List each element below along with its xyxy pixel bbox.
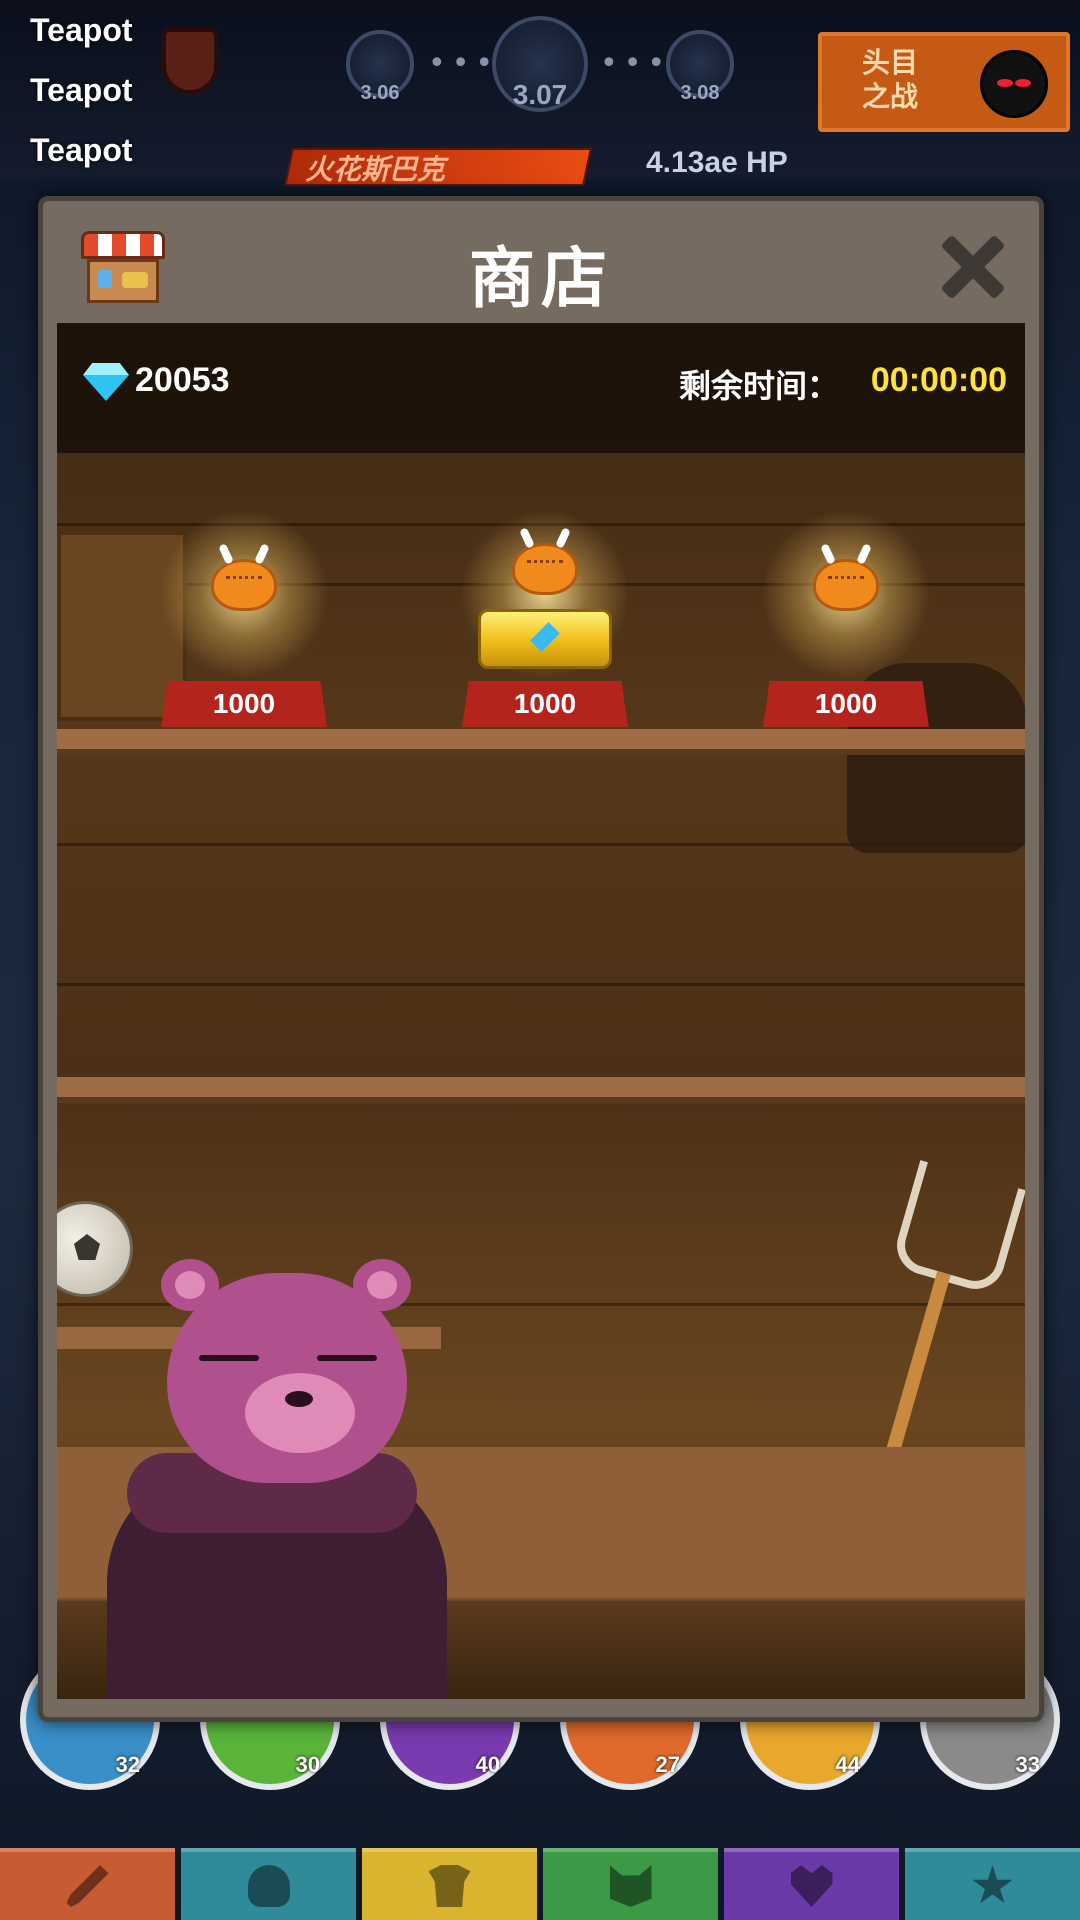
bear-eye-left bbox=[199, 1355, 259, 1361]
shirt-icon bbox=[428, 1865, 471, 1907]
skill-level-6: 33 bbox=[1015, 1752, 1040, 1777]
bear-eye-right bbox=[317, 1355, 377, 1361]
price-tag[interactable]: 1000 bbox=[763, 681, 929, 727]
shelf-middle bbox=[57, 1077, 1025, 1103]
boss-hp-value: 4.13ae HP bbox=[646, 146, 788, 179]
pitchfork-icon bbox=[889, 1159, 1025, 1297]
diamond-icon bbox=[83, 363, 129, 401]
stage-dots-right: ••• bbox=[600, 46, 672, 81]
tab-artifacts[interactable] bbox=[724, 1848, 899, 1920]
boss-face-icon bbox=[980, 50, 1048, 118]
shield-icon[interactable] bbox=[162, 28, 218, 94]
tab-equipment[interactable] bbox=[362, 1848, 537, 1920]
bear-head bbox=[161, 1259, 411, 1483]
stage-dots-left: ••• bbox=[428, 46, 500, 81]
tab-heroes[interactable] bbox=[181, 1848, 356, 1920]
timer-label: 剩余时间： bbox=[678, 367, 839, 405]
stage-current: 3.07 bbox=[492, 16, 588, 112]
gem-count: 20053 bbox=[135, 361, 230, 399]
roast-chicken-icon bbox=[211, 543, 277, 611]
debug-label-3: Teapot bbox=[30, 132, 133, 168]
shelf-top bbox=[57, 729, 1025, 755]
skill-level-1: 32 bbox=[115, 1752, 140, 1777]
bear-muzzle bbox=[245, 1373, 355, 1453]
stage-prev: 3.06 bbox=[346, 30, 414, 104]
roast-chicken-icon bbox=[512, 527, 578, 595]
shopkeeper-bear bbox=[87, 1259, 487, 1699]
stage-next: 3.08 bbox=[666, 30, 734, 104]
bear-ear-left bbox=[161, 1259, 219, 1311]
boss-name: 火花斯巴克 bbox=[305, 153, 446, 186]
shop-title: 商店 bbox=[469, 240, 613, 317]
sword-icon bbox=[66, 1865, 109, 1907]
skill-level-4: 27 bbox=[655, 1752, 680, 1777]
stage-next-label: 3.08 bbox=[680, 82, 720, 104]
shop-header: 商店 bbox=[43, 201, 1039, 321]
wall-plank bbox=[57, 983, 1025, 986]
shop-info-bar: 20053 剩余时间： 00:00:00 bbox=[57, 323, 1025, 453]
stage-prev-label: 3.06 bbox=[360, 82, 400, 104]
shop-item-2[interactable]: 1000 bbox=[460, 509, 630, 729]
bear-ear-right bbox=[353, 1259, 411, 1311]
shop-scene: 20053 剩余时间： 00:00:00 1000 1000 1000 bbox=[57, 323, 1025, 1699]
price-tag[interactable]: 1000 bbox=[462, 681, 628, 727]
star-icon bbox=[972, 1865, 1013, 1904]
shop-dialog: 商店 20053 剩余时间： 00:00:00 1000 1000 1000 bbox=[38, 196, 1044, 1722]
shop-item-1[interactable]: 1000 bbox=[159, 509, 329, 729]
roast-chicken-icon bbox=[813, 543, 879, 611]
tab-achievements[interactable] bbox=[905, 1848, 1080, 1920]
bottom-tab-bar bbox=[0, 1848, 1080, 1920]
heart-icon bbox=[790, 1865, 833, 1907]
skill-level-2: 30 bbox=[295, 1752, 320, 1777]
viking-helmet-icon bbox=[247, 1865, 290, 1907]
skill-level-3: 40 bbox=[475, 1752, 500, 1777]
shop-item-3[interactable]: 1000 bbox=[761, 509, 931, 729]
gold-chest-icon bbox=[478, 609, 612, 669]
skill-level-5: 44 bbox=[835, 1752, 860, 1777]
debug-label-1: Teapot bbox=[30, 12, 133, 48]
debug-label-2: Teapot bbox=[30, 72, 133, 108]
timer-value: 00:00:00 bbox=[870, 361, 1007, 399]
game-screen: 3.06 ••• 3.07 ••• 3.08 头目 之战 火花斯巴克 4.13a… bbox=[0, 0, 1080, 1920]
tab-pets[interactable] bbox=[543, 1848, 718, 1920]
cat-head-icon bbox=[609, 1865, 652, 1907]
boss-fight-button[interactable]: 头目 之战 bbox=[818, 32, 1070, 132]
stage-current-label: 3.07 bbox=[512, 79, 568, 110]
tab-sword[interactable] bbox=[0, 1848, 175, 1920]
price-tag[interactable]: 1000 bbox=[161, 681, 327, 727]
close-icon[interactable] bbox=[939, 233, 1005, 299]
